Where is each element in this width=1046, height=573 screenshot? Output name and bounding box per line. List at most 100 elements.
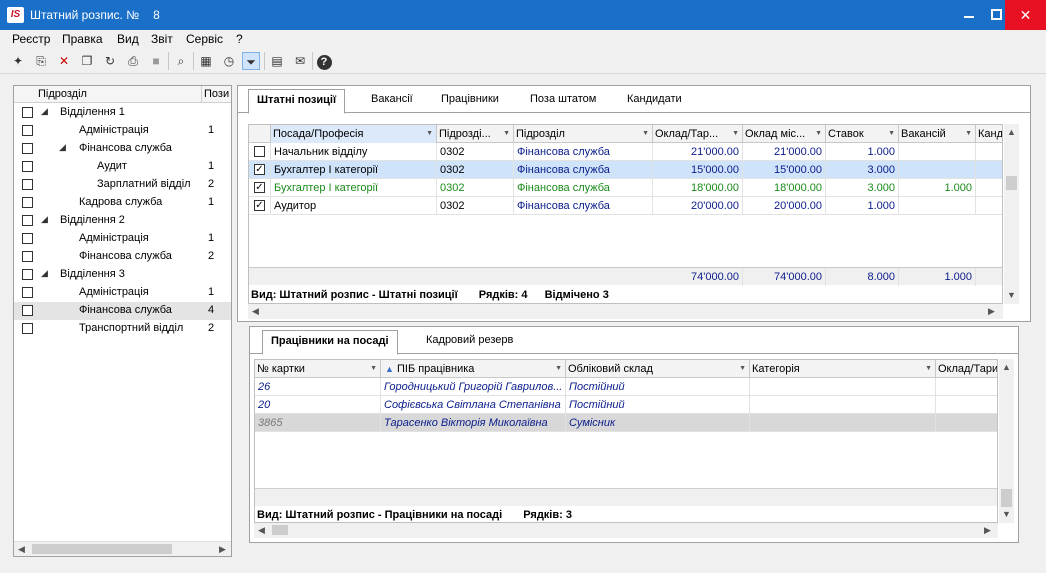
table-row[interactable]: 26 Городницький Григорій Гаврилов... Пості… (255, 378, 997, 396)
tree-item[interactable]: ◢ Відділення 2 (14, 212, 231, 230)
tree-item[interactable]: Фінансова служба 4 (14, 302, 231, 320)
col-position[interactable]: Посада/Професія ▼ (271, 125, 437, 143)
clock-icon[interactable]: ◷ (220, 52, 238, 70)
menu-help[interactable]: ? (236, 32, 243, 46)
tree-item[interactable]: ◢ Фінансова служба (14, 140, 231, 158)
tree-item-checkbox[interactable] (22, 233, 33, 244)
row-checkbox[interactable]: ✓ (254, 200, 265, 211)
expand-triangle-icon[interactable]: ◢ (41, 268, 48, 279)
table-row[interactable]: Начальник відділу 0302 Фінансова служба 21'… (249, 143, 1002, 161)
scroll-down-icon[interactable]: ▼ (1002, 509, 1011, 519)
row-checkbox[interactable] (254, 146, 265, 157)
menu-view[interactable]: Вид (117, 32, 139, 46)
menu-edit[interactable]: Правка (62, 32, 103, 46)
tab-employees-on-position[interactable]: Працівники на посаді (262, 330, 398, 355)
delete-doc-icon[interactable]: ✕ (55, 52, 73, 70)
search-icon[interactable]: ⌕ (172, 52, 190, 70)
minimize-button[interactable] (954, 0, 984, 30)
scroll-down-icon[interactable]: ▼ (1007, 290, 1016, 300)
tree-item-checkbox[interactable] (22, 197, 33, 208)
tree-item-checkbox[interactable] (22, 305, 33, 316)
col-dept[interactable]: Підрозділ ▼ (514, 125, 653, 143)
tree-item[interactable]: Транспортний відділ 2 (14, 320, 231, 338)
tree-item[interactable]: Адміністрація 1 (14, 230, 231, 248)
tab-candidates[interactable]: Кандидати (627, 93, 682, 105)
tab-staff-positions[interactable]: Штатні позиції (248, 89, 346, 114)
tree-horizontal-scrollbar[interactable]: ◀ ▶ (14, 541, 231, 556)
tree-item-checkbox[interactable] (22, 251, 33, 262)
col-candidates[interactable]: Канд (976, 125, 1002, 143)
scroll-thumb[interactable] (1001, 489, 1012, 507)
tree-item-checkbox[interactable] (22, 143, 33, 154)
employees-vertical-scrollbar[interactable]: ▲ ▼ (999, 359, 1014, 523)
scroll-up-icon[interactable]: ▲ (1002, 362, 1011, 372)
mail-icon[interactable]: ✉ (291, 52, 309, 70)
refresh-icon[interactable]: ↻ (101, 52, 119, 70)
col-vacancies[interactable]: Вакансій ▼ (899, 125, 976, 143)
expand-triangle-icon[interactable]: ◢ (41, 106, 48, 117)
col-category[interactable]: Категорія ▼ (750, 360, 936, 378)
help-icon[interactable]: ? (315, 52, 333, 70)
close-button[interactable]: ✕ (1005, 0, 1046, 30)
scroll-right-icon[interactable]: ▶ (219, 544, 226, 555)
row-checkbox[interactable]: ✓ (254, 182, 265, 193)
tree-item-checkbox[interactable] (22, 323, 33, 334)
scroll-thumb[interactable] (272, 525, 288, 535)
col-dept-code[interactable]: Підрозді... ▼ (437, 125, 514, 143)
row-checkbox[interactable]: ✓ (254, 164, 265, 175)
scroll-up-icon[interactable]: ▲ (1007, 127, 1016, 137)
tab-vacancies[interactable]: Вакансії (371, 93, 413, 105)
new-doc-icon[interactable]: ✦ (9, 52, 27, 70)
tree-header-department[interactable]: Підрозділ (38, 88, 87, 100)
tree-item[interactable]: Фінансова служба 2 (14, 248, 231, 266)
scroll-thumb[interactable] (32, 544, 172, 554)
tree-item[interactable]: Аудит 1 (14, 158, 231, 176)
col-employee-name[interactable]: ▲ ПІБ працівника ▼ (381, 360, 566, 378)
scroll-right-icon[interactable]: ▶ (984, 525, 991, 536)
scroll-left-icon[interactable]: ◀ (252, 306, 259, 317)
tree-item-checkbox[interactable] (22, 179, 33, 190)
employees-horizontal-scrollbar[interactable]: ◀ ▶ (254, 523, 998, 538)
positions-horizontal-scrollbar[interactable]: ◀ ▶ (248, 304, 1003, 319)
tree-item-checkbox[interactable] (22, 287, 33, 298)
duplicate-icon[interactable]: ❐ (78, 52, 96, 70)
print-icon[interactable]: ⎙ (124, 52, 142, 70)
tab-personnel-reserve[interactable]: Кадровий резерв (426, 334, 513, 346)
tree-item[interactable]: Адміністрація 1 (14, 122, 231, 140)
tree-item-checkbox[interactable] (22, 269, 33, 280)
menu-report[interactable]: Звіт (151, 32, 173, 46)
table-row[interactable]: ✓ Бухгалтер І категорії 0302 Фінансова служ… (249, 161, 1002, 179)
scroll-right-icon[interactable]: ▶ (988, 306, 995, 317)
tree-item[interactable]: Кадрова служба 1 (14, 194, 231, 212)
col-monthly[interactable]: Оклад міс... ▼ (743, 125, 826, 143)
tree-item-checkbox[interactable] (22, 107, 33, 118)
tree-item[interactable]: Адміністрація 1 (14, 284, 231, 302)
tree-header-count[interactable]: Пози (204, 88, 229, 100)
filter-icon[interactable]: ⏷ (242, 52, 260, 70)
menu-registry[interactable]: Реєстр (12, 32, 50, 46)
scroll-thumb[interactable] (1006, 176, 1017, 190)
col-staff-type[interactable]: Обліковий склад ▼ (566, 360, 750, 378)
col-stavok[interactable]: Ставок ▼ (826, 125, 899, 143)
table-icon[interactable]: ▦ (197, 52, 215, 70)
table-row[interactable]: ✓ Бухгалтер І категорії 0302 Фінансова служ… (249, 179, 1002, 197)
scroll-left-icon[interactable]: ◀ (258, 525, 265, 536)
scroll-left-icon[interactable]: ◀ (18, 544, 25, 555)
tree-item[interactable]: ◢ Відділення 1 (14, 104, 231, 122)
col-rate[interactable]: Оклад/Тар... ▼ (653, 125, 743, 143)
table-row[interactable]: 20 Софієвська Світлана Степанівна Постійни… (255, 396, 997, 414)
tree-item[interactable]: ◢ Відділення 3 (14, 266, 231, 284)
notes-icon[interactable]: ▤ (268, 52, 286, 70)
table-row[interactable]: ✓ Аудитор 0302 Фінансова служба 20'000.00 20'… (249, 197, 1002, 215)
tab-employees[interactable]: Працівники (441, 93, 499, 105)
col-salary[interactable]: Оклад/Тари (936, 360, 997, 378)
copy-doc-icon[interactable]: ⎘ (32, 52, 50, 70)
expand-triangle-icon[interactable]: ◢ (59, 142, 66, 153)
menu-service[interactable]: Сервіс (186, 32, 223, 46)
positions-vertical-scrollbar[interactable]: ▲ ▼ (1004, 124, 1019, 304)
tab-out-of-staff[interactable]: Поза штатом (530, 93, 596, 105)
tree-item-checkbox[interactable] (22, 161, 33, 172)
tree-item-checkbox[interactable] (22, 215, 33, 226)
col-card-number[interactable]: № картки ▼ (255, 360, 381, 378)
expand-triangle-icon[interactable]: ◢ (41, 214, 48, 225)
